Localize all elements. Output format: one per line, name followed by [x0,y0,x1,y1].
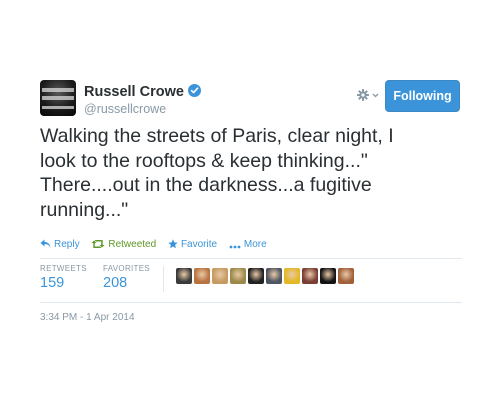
author-name[interactable]: Russell Crowe [84,84,184,100]
reply-label: Reply [54,239,80,250]
favoriter-avatar[interactable] [266,268,282,284]
favoriter-avatar[interactable] [176,268,192,284]
favoriter-avatar[interactable] [194,268,210,284]
favoriter-avatar[interactable] [338,268,354,284]
tweet-text-line: look to the rooftops & keep thinking..." [40,149,368,172]
tweet-actions: Reply Retweeted Favorite More [40,239,276,253]
favoriter-avatar[interactable] [320,268,336,284]
avatar-text-band [42,106,74,109]
divider [40,258,462,259]
favoriter-avatar[interactable] [284,268,300,284]
avatar-text-band [42,88,74,92]
favoriter-avatar[interactable] [302,268,318,284]
tweet-text-line: There....out in the darkness...a fugitiv… [40,174,372,196]
favorites-stat[interactable]: FAVORITES 208 [103,264,150,291]
retweets-stat[interactable]: RETWEETS 159 [40,264,87,291]
divider [40,302,462,303]
verified-badge-icon [187,84,201,97]
author-handle[interactable]: @russellcrowe [84,102,166,116]
tweet-text: Walking the streets of Paris, clear nigh… [40,124,470,222]
reply-icon [40,239,51,248]
more-button[interactable]: More [229,239,267,250]
stats-separator [163,266,164,292]
favoriter-avatar[interactable] [248,268,264,284]
more-dots-icon [229,245,241,249]
gear-icon[interactable] [356,88,380,104]
author-name-row[interactable]: Russell Crowe [84,84,201,100]
following-button[interactable]: Following [385,80,460,112]
retweet-label: Retweeted [108,239,157,250]
favoriter-avatar[interactable] [212,268,228,284]
avatar-text-band [42,96,74,100]
favorite-button[interactable]: Favorite [168,239,217,250]
retweets-label: RETWEETS [40,264,87,273]
more-label: More [243,239,267,250]
tweet-card: Russell Crowe @russellcrowe Following Wa… [0,0,500,400]
favorites-label: FAVORITES [103,264,151,273]
favoriter-avatars [176,268,356,284]
retweet-icon [91,240,105,248]
tweet-text-line: Walking the streets of Paris, clear nigh… [40,125,394,147]
retweet-button[interactable]: Retweeted [91,239,156,250]
tweet-text-line: running..." [40,198,129,221]
retweets-count: 159 [40,275,65,291]
favorite-label: Favorite [180,239,218,250]
favoriter-avatar[interactable] [230,268,246,284]
favorites-count: 208 [103,275,128,291]
tweet-timestamp[interactable]: 3:34 PM - 1 Apr 2014 [40,312,135,323]
reply-button[interactable]: Reply [40,239,80,250]
star-icon [168,239,178,249]
author-avatar[interactable] [40,80,76,116]
